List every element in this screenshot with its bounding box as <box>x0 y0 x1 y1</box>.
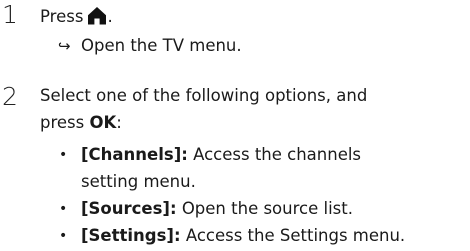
instruction-punctuation: : <box>116 113 122 132</box>
home-icon <box>88 7 107 25</box>
step-result: Open the TV menu. <box>81 36 242 55</box>
option-description: Open the source list. <box>176 199 353 218</box>
instruction-text: Press <box>40 7 84 26</box>
option-channels: [Channels]: Access the channels <box>81 145 361 165</box>
instruction-text: press <box>40 113 90 132</box>
step-instruction: Press . <box>40 6 113 27</box>
option-sources: [Sources]: Open the source list. <box>81 199 353 219</box>
option-settings: [Settings]: Access the Settings menu. <box>81 226 405 246</box>
ok-key-label: OK <box>89 113 117 132</box>
step-instruction-line1: Select one of the following options, and <box>40 86 368 105</box>
option-description: Access the Settings menu. <box>180 226 406 245</box>
bullet-icon: • <box>59 228 68 244</box>
step-number: 2 <box>2 82 18 111</box>
option-channels-continued: setting menu. <box>81 172 196 191</box>
bullet-icon: • <box>59 201 68 217</box>
option-label: [Channels]: <box>81 145 188 164</box>
bullet-icon: • <box>59 147 68 163</box>
option-description: Access the channels <box>187 145 362 164</box>
option-label: [Settings]: <box>81 226 181 245</box>
instruction-punctuation: . <box>107 7 113 26</box>
step-instruction-line2: press OK: <box>40 113 122 133</box>
option-label: [Sources]: <box>81 199 177 218</box>
result-arrow-icon: ↪ <box>58 37 71 55</box>
step-number: 1 <box>2 0 18 29</box>
